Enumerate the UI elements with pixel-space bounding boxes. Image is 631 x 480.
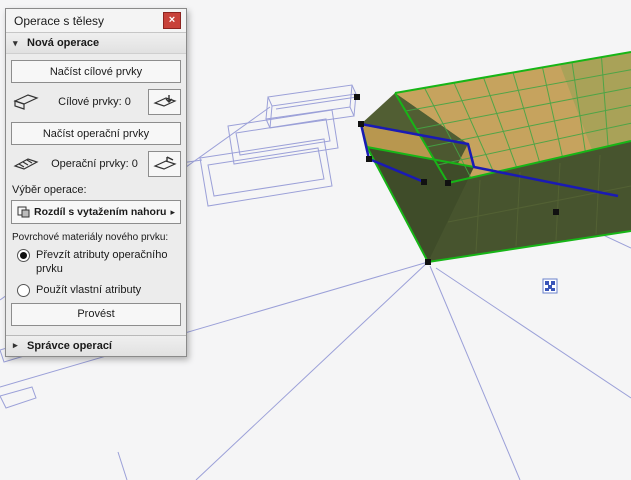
operation-dropdown[interactable]: Rozdíl s vytažením nahoru ▸ [11, 200, 181, 224]
flyout-arrow-icon: ▸ [170, 206, 175, 217]
execute-button-label: Provést [77, 308, 115, 321]
radio-custom-attributes[interactable]: Použít vlastní atributy [17, 283, 181, 297]
section-operation-manager[interactable]: ▸ Správce operací [6, 334, 186, 356]
chevron-down-icon: ▾ [13, 37, 18, 48]
radio-custom-label: Použít vlastní atributy [36, 283, 142, 296]
pick-operator-elements-button[interactable] [148, 151, 181, 177]
hotspot-marker-icon [542, 278, 558, 294]
load-operator-elements-button[interactable]: Načíst operační prvky [11, 122, 181, 145]
operation-select-label: Výběr operace: [12, 184, 87, 196]
load-operator-elements-label: Načíst operační prvky [42, 127, 150, 140]
target-pick-icon [152, 95, 177, 107]
radio-button-icon[interactable] [17, 283, 30, 297]
operator-elements-icon [11, 153, 41, 175]
dialog-content: Načíst cílové prvky Cílové prvky: 0 Načí… [6, 54, 186, 335]
execute-button[interactable]: Provést [11, 302, 181, 326]
application-window: Operace s tělesy × ▾ Nová operace Načíst… [0, 0, 631, 480]
target-elements-icon [11, 91, 41, 113]
load-target-elements-label: Načíst cílové prvky [49, 65, 143, 78]
pick-target-elements-button[interactable] [148, 89, 181, 115]
radio-inherit-attributes[interactable]: Převzít atributy operačního prvku [17, 248, 181, 277]
radio-inherit-label: Převzít atributy operačního prvku [36, 249, 168, 276]
target-elements-row: Cílové prvky: 0 [11, 89, 181, 115]
target-elements-counter: Cílové prvky: 0 [58, 96, 131, 108]
section-new-operation[interactable]: ▾ Nová operace [6, 33, 186, 54]
chevron-right-icon: ▸ [13, 340, 18, 351]
load-target-elements-button[interactable]: Načíst cílové prvky [11, 60, 181, 83]
solid-operations-dialog: Operace s tělesy × ▾ Nová operace Načíst… [5, 8, 187, 357]
dialog-title-bar[interactable]: Operace s tělesy × [6, 9, 186, 33]
operator-elements-counter: Operační prvky: 0 [51, 158, 138, 170]
section-operation-manager-label: Správce operací [27, 339, 112, 352]
surface-materials-label: Povrchové materiály nového prvku: [12, 232, 169, 243]
section-new-operation-label: Nová operace [27, 37, 100, 49]
dialog-title: Operace s tělesy [14, 13, 105, 28]
operator-elements-row: Operační prvky: 0 [11, 151, 181, 177]
close-icon[interactable]: × [163, 12, 181, 29]
radio-button-icon[interactable] [17, 249, 30, 262]
subtract-operation-icon [17, 206, 30, 218]
deck-solid [354, 51, 631, 265]
operation-dropdown-value: Rozdíl s vytažením nahoru [34, 206, 167, 218]
operator-pick-icon [152, 156, 177, 170]
